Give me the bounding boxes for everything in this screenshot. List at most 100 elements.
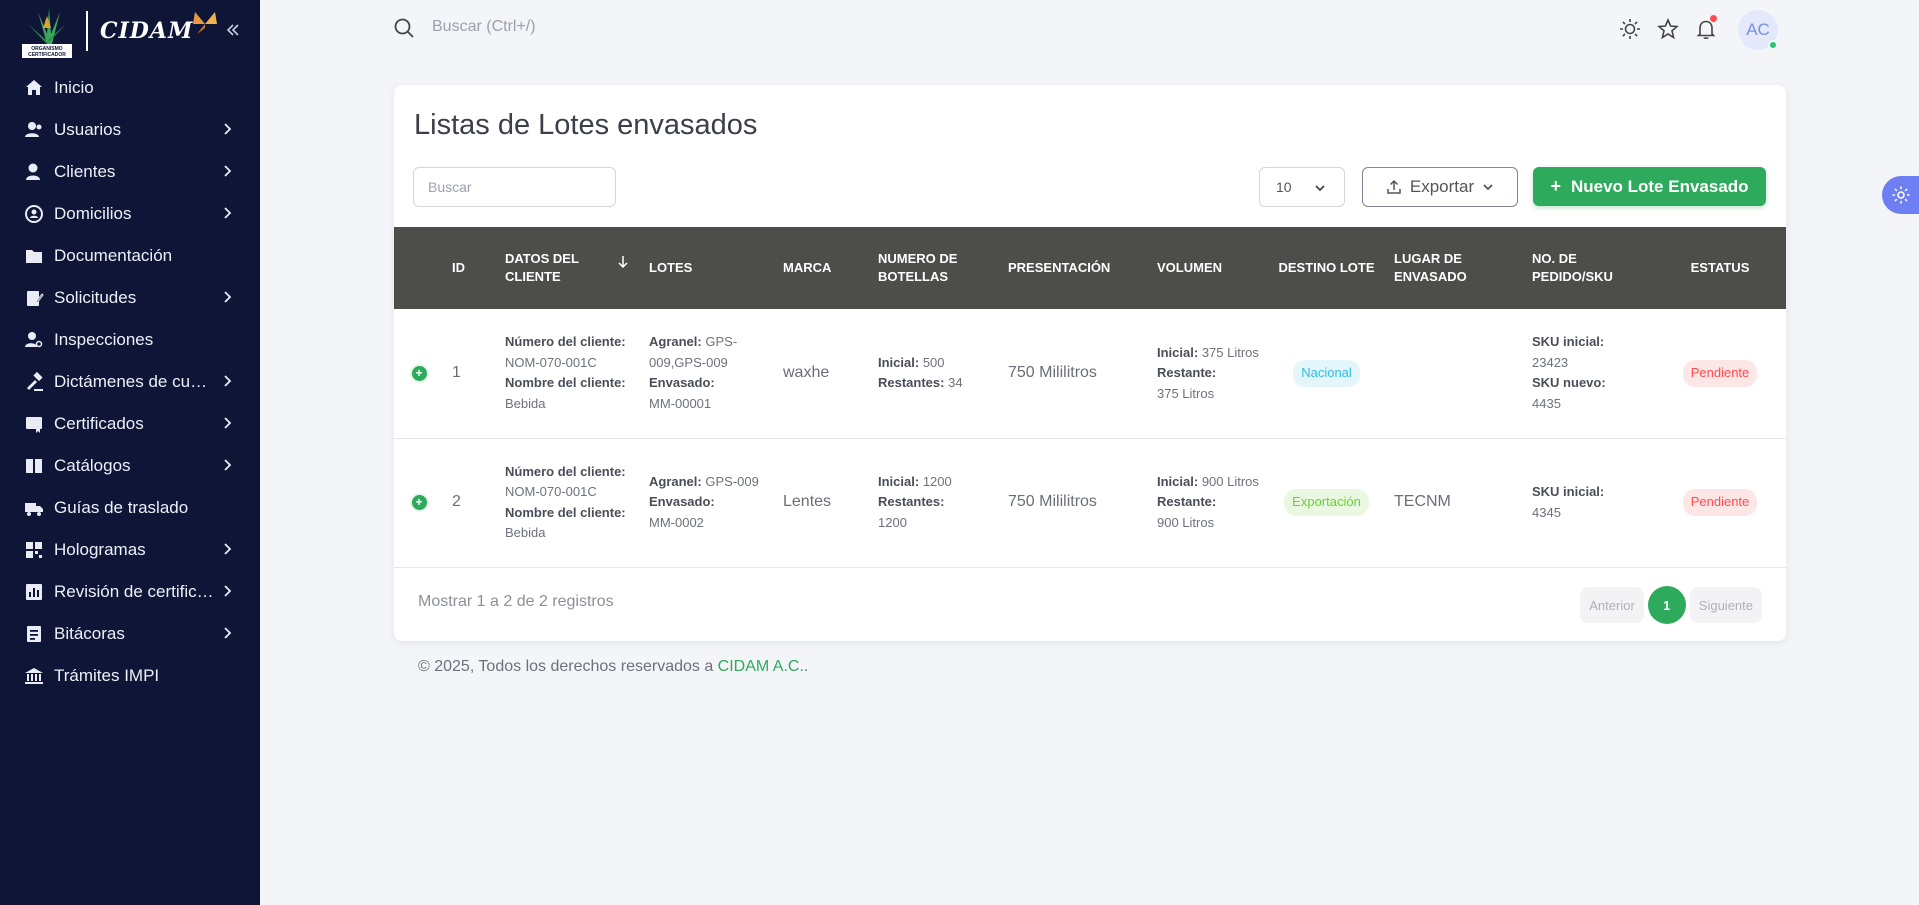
cell-estatus: Pendiente xyxy=(1654,309,1786,438)
page-title: Listas de Lotes envasados xyxy=(414,109,758,141)
agranel-value: GPS-009 xyxy=(705,473,759,489)
chevron-right-icon xyxy=(224,585,232,597)
column-header-cliente[interactable]: DATOS DEL CLIENTE xyxy=(497,227,641,309)
destino-badge: Exportación xyxy=(1284,489,1369,516)
company-link[interactable]: CIDAM A.C. xyxy=(718,658,804,675)
sidebar-item-inicio[interactable]: Inicio xyxy=(0,67,260,109)
sidebar-item-revision[interactable]: Revisión de certificados xyxy=(0,571,260,613)
copyright-text: © 2025, Todos los derechos reservados a xyxy=(418,658,718,675)
inicial-value: 500 xyxy=(922,354,945,370)
cell-cliente: Número del cliente: NOM-070-001C Nombre … xyxy=(497,309,641,438)
sidebar-item-guias[interactable]: Guías de traslado xyxy=(0,487,260,529)
vol-restante-label: Restante: xyxy=(1157,494,1217,510)
sidebar-item-label: Bitácoras xyxy=(54,624,125,643)
lotes-table: ID DATOS DEL CLIENTE LOTES MARCA NUMERO … xyxy=(394,227,1786,568)
sidebar-item-hologramas[interactable]: Hologramas xyxy=(0,529,260,571)
butterfly-icon xyxy=(193,12,218,34)
table-info: Mostrar 1 a 2 de 2 registros xyxy=(418,593,614,610)
export-button[interactable]: Exportar xyxy=(1362,167,1518,207)
agave-logo-icon: ORGANISMO CERTIFICADOR xyxy=(20,4,74,58)
sidebar-item-tramites[interactable]: Trámites IMPI xyxy=(0,655,260,697)
cell-id: 2 xyxy=(452,493,461,511)
cell-lotes: Agranel: GPS-009 Envasado: MM-0002 xyxy=(641,438,775,567)
sidebar-item-solicitudes[interactable]: Solicitudes xyxy=(0,277,260,319)
collapse-sidebar-button[interactable] xyxy=(221,18,245,42)
page-1-button[interactable]: 1 xyxy=(1647,586,1686,624)
copyright-suffix: . xyxy=(803,658,809,675)
certificate-icon xyxy=(24,414,44,434)
column-header-lotes[interactable]: LOTES xyxy=(641,227,775,309)
customizer-toggle[interactable] xyxy=(1882,176,1919,214)
sun-icon[interactable] xyxy=(1618,17,1642,41)
client-name-value: Bebida xyxy=(505,525,546,540)
sidebar-item-label: Solicitudes xyxy=(54,288,137,307)
client-name-label: Nombre del cliente: xyxy=(505,375,626,391)
column-header-sku[interactable]: NO. DE PEDIDO/SKU xyxy=(1524,227,1654,309)
logo[interactable]: ORGANISMO CERTIFICADOR CIDAM xyxy=(20,4,219,58)
sku-nuevo-value: 4435 xyxy=(1532,395,1561,411)
new-lote-button[interactable]: + Nuevo Lote Envasado xyxy=(1533,167,1766,206)
status-badge: Pendiente xyxy=(1682,360,1758,387)
upload-icon xyxy=(1387,179,1401,194)
restantes-label: Restantes: xyxy=(878,375,945,391)
column-header-estatus[interactable]: ESTATUS xyxy=(1654,227,1786,309)
client-num-value: NOM-070-001C xyxy=(505,484,597,499)
next-page-button[interactable]: Siguiente xyxy=(1689,587,1762,623)
sidebar-item-label: Guías de traslado xyxy=(54,498,189,517)
column-header-lugar[interactable]: LUGAR DE ENVASADO xyxy=(1386,227,1524,309)
star-icon[interactable] xyxy=(1656,17,1680,41)
sku-inicial-value: 23423 xyxy=(1532,354,1569,370)
column-header-presentacion[interactable]: PRESENTACIÓN xyxy=(1000,227,1149,309)
cell-marca: Lentes xyxy=(783,493,832,511)
column-header-id[interactable]: ID xyxy=(444,227,497,309)
envasado-value: MM-0002 xyxy=(649,514,704,530)
column-header-botellas[interactable]: NUMERO DE BOTELLAS xyxy=(870,227,1000,309)
expand-row-button[interactable]: + xyxy=(409,363,429,383)
gear-icon xyxy=(1892,186,1909,204)
home-icon xyxy=(24,78,44,98)
brand-word: CIDAM xyxy=(100,18,194,44)
chevron-down-icon xyxy=(1483,184,1493,191)
users-icon xyxy=(24,120,44,140)
sidebar-item-documentacion[interactable]: Documentación xyxy=(0,235,260,277)
table-row: + 1 Número del cliente: NOM-070-001C Nom… xyxy=(394,309,1786,438)
online-status-dot xyxy=(1768,40,1778,50)
sidebar: ORGANISMO CERTIFICADOR CIDAM Inicio Usua… xyxy=(0,0,260,905)
sidebar-menu: Inicio Usuarios Clientes Domicilios Docu… xyxy=(0,67,260,697)
cell-sku: SKU inicial: 23423 SKU nuevo: 4435 xyxy=(1524,309,1654,438)
table-search-input[interactable] xyxy=(413,167,616,207)
cell-destino: Exportación xyxy=(1267,438,1386,567)
column-header-marca[interactable]: MARCA xyxy=(775,227,870,309)
search-icon[interactable] xyxy=(393,17,415,39)
list-icon xyxy=(24,624,44,644)
sidebar-item-clientes[interactable]: Clientes xyxy=(0,151,260,193)
chevron-right-icon xyxy=(224,123,232,135)
cell-presentacion: 750 Mililitros xyxy=(1008,493,1097,511)
page-size-select[interactable]: 10 xyxy=(1259,167,1345,207)
expand-row-button[interactable]: + xyxy=(409,492,429,512)
sidebar-item-certificados[interactable]: Certificados xyxy=(0,403,260,445)
prev-page-button[interactable]: Anterior xyxy=(1580,587,1644,623)
sidebar-item-bitacoras[interactable]: Bitácoras xyxy=(0,613,260,655)
sidebar-item-label: Documentación xyxy=(54,246,173,265)
sidebar-item-dictamenes[interactable]: Dictámenes de cumplimiento xyxy=(0,361,260,403)
sidebar-item-usuarios[interactable]: Usuarios xyxy=(0,109,260,151)
sidebar-item-inspecciones[interactable]: Inspecciones xyxy=(0,319,260,361)
client-num-value: NOM-070-001C xyxy=(505,354,597,370)
brand: ORGANISMO CERTIFICADOR CIDAM xyxy=(0,0,260,62)
lotes-card: Listas de Lotes envasados 10 Exportar + … xyxy=(394,85,1786,641)
column-header-destino[interactable]: DESTINO LOTE xyxy=(1267,227,1386,309)
sku-nuevo-label: SKU nuevo: xyxy=(1532,375,1606,391)
sidebar-item-label: Inicio xyxy=(54,78,94,97)
sku-inicial-label: SKU inicial: xyxy=(1532,334,1605,350)
column-header-volumen[interactable]: VOLUMEN xyxy=(1149,227,1267,309)
cell-presentacion: 750 Mililitros xyxy=(1008,364,1097,381)
global-search-input[interactable] xyxy=(432,12,832,42)
chevron-right-icon xyxy=(224,543,232,555)
cell-estatus: Pendiente xyxy=(1654,438,1786,567)
restantes-value: 1200 xyxy=(878,514,907,530)
sidebar-item-label: Catálogos xyxy=(54,456,131,475)
sidebar-item-catalogos[interactable]: Catálogos xyxy=(0,445,260,487)
sidebar-item-domicilios[interactable]: Domicilios xyxy=(0,193,260,235)
cell-botellas: Inicial: 500 Restantes: 34 xyxy=(870,309,1000,438)
